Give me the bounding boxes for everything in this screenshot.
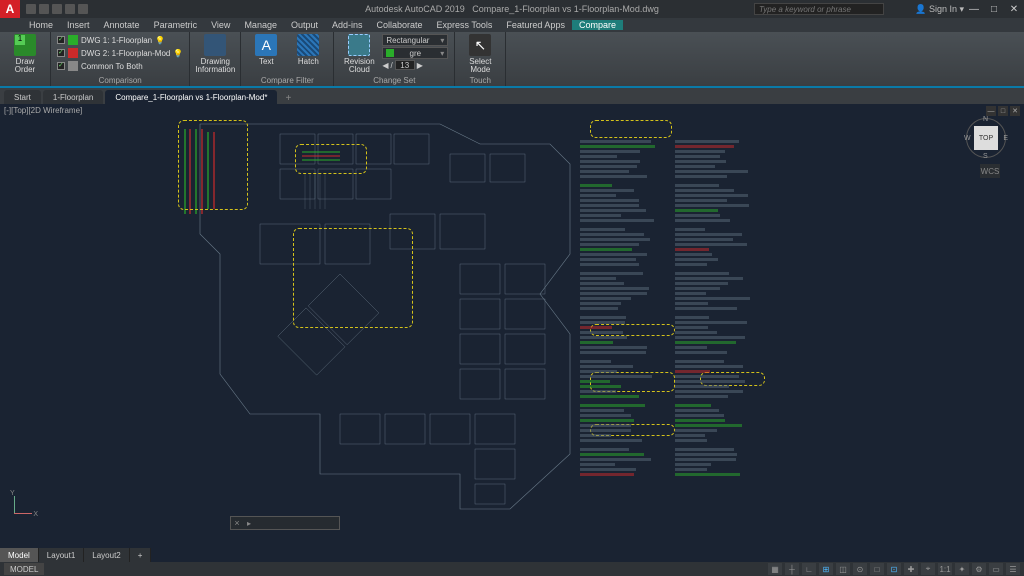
modelspace-toggle[interactable]: MODEL xyxy=(4,563,44,575)
window-title: Autodesk AutoCAD 2019 Compare_1-Floorpla… xyxy=(365,4,659,14)
tab-view[interactable]: View xyxy=(204,20,237,30)
panel-touch: ↖Select Mode Touch xyxy=(455,32,506,86)
help-search-input[interactable] xyxy=(754,3,884,15)
minimize-button[interactable]: — xyxy=(964,0,984,18)
text-filter-button[interactable]: AText xyxy=(247,34,285,66)
status-annoscale[interactable]: 1:1 xyxy=(938,563,952,575)
viewport-window-controls: — □ ✕ xyxy=(986,106,1020,116)
hatch-filter-button[interactable]: Hatch xyxy=(289,34,327,66)
maximize-button[interactable]: □ xyxy=(984,0,1004,18)
qat-undo-icon[interactable] xyxy=(65,4,75,14)
tab-expresstools[interactable]: Express Tools xyxy=(430,20,500,30)
tab-insert[interactable]: Insert xyxy=(60,20,97,30)
tab-output[interactable]: Output xyxy=(284,20,325,30)
status-transparency-icon[interactable]: ⌖ xyxy=(921,563,935,575)
status-annovis-icon[interactable]: ✦ xyxy=(955,563,969,575)
ucs-icon: Y X xyxy=(8,492,38,522)
revcloud-color-combo[interactable]: gre xyxy=(382,47,448,59)
cmdline-prompt[interactable]: ▸ xyxy=(243,519,253,528)
next-change-button[interactable]: ▶ xyxy=(417,61,423,70)
status-otrack-icon[interactable]: □ xyxy=(870,563,884,575)
drawing-tab-floorplan[interactable]: 1-Floorplan xyxy=(43,90,103,104)
tab-collaborate[interactable]: Collaborate xyxy=(370,20,430,30)
changeset-nav[interactable]: ◀ / ▶ xyxy=(382,60,448,70)
panel-drawinginfo: Drawing Information xyxy=(190,32,241,86)
status-cleanscreen-icon[interactable]: ▭ xyxy=(989,563,1003,575)
close-button[interactable]: ✕ xyxy=(1004,0,1024,18)
select-mode-button[interactable]: ↖Select Mode xyxy=(461,34,499,74)
status-ortho-icon[interactable]: ∟ xyxy=(802,563,816,575)
draw-order-button[interactable]: 1 Draw Order xyxy=(6,34,44,74)
bulb-icon[interactable]: 💡 xyxy=(173,49,183,58)
compare-common-row[interactable]: Common To Both xyxy=(57,60,183,72)
app-logo[interactable]: A xyxy=(0,0,20,18)
status-snap-icon[interactable]: ┼ xyxy=(785,563,799,575)
qat-redo-icon[interactable] xyxy=(78,4,88,14)
compare-dwg2-row[interactable]: DWG 2: 1-Floorplan-Mod 💡 xyxy=(57,47,183,59)
qat-open-icon[interactable] xyxy=(39,4,49,14)
vp-min-icon[interactable]: — xyxy=(986,106,996,116)
layout-tab-layout1[interactable]: Layout1 xyxy=(39,548,84,562)
ribbon-tabs: Home Insert Annotate Parametric View Man… xyxy=(0,18,1024,32)
command-line[interactable]: × ▸ xyxy=(230,516,340,530)
drawing-tab-start[interactable]: Start xyxy=(4,90,41,104)
panel-comparefilter: AText Hatch Compare Filter xyxy=(241,32,334,86)
compare-dwg1-row[interactable]: DWG 1: 1-Floorplan 💡 xyxy=(57,34,183,46)
new-drawing-button[interactable]: + xyxy=(279,93,297,104)
drawing-info-button[interactable]: Drawing Information xyxy=(196,34,234,74)
viewcube[interactable]: TOP N S E W xyxy=(966,118,1006,158)
panel-draworder: 1 Draw Order xyxy=(0,32,51,86)
nav-bar[interactable]: WCS xyxy=(980,164,1000,178)
tab-annotate[interactable]: Annotate xyxy=(97,20,147,30)
nav-wcs[interactable]: WCS xyxy=(980,164,1000,178)
revision-cloud xyxy=(295,144,367,174)
vp-close-icon[interactable]: ✕ xyxy=(1010,106,1020,116)
ribbon: 1 Draw Order DWG 1: 1-Floorplan 💡 DWG 2:… xyxy=(0,32,1024,88)
vp-max-icon[interactable]: □ xyxy=(998,106,1008,116)
panel-changeset: Revision Cloud Rectangular gre ◀ / ▶ Cha… xyxy=(334,32,455,86)
tab-parametric[interactable]: Parametric xyxy=(147,20,205,30)
status-polar-icon[interactable]: ⊞ xyxy=(819,563,833,575)
tab-compare[interactable]: Compare xyxy=(572,20,623,30)
drawing-tabs: Start 1-Floorplan Compare_1-Floorplan vs… xyxy=(0,88,1024,104)
layout-tabs: Model Layout1 Layout2 + xyxy=(0,548,151,562)
drawing-notes: /*generated below*/ xyxy=(580,134,760,514)
status-customize-icon[interactable]: ☰ xyxy=(1006,563,1020,575)
status-workspace-icon[interactable]: ⚙ xyxy=(972,563,986,575)
revcloud-shape-combo[interactable]: Rectangular xyxy=(382,34,448,46)
bulb-icon[interactable]: 💡 xyxy=(155,36,165,45)
qat-new-icon[interactable] xyxy=(26,4,36,14)
drawing-tab-compare[interactable]: Compare_1-Floorplan vs 1-Floorplan-Mod* xyxy=(105,90,277,104)
signin-button[interactable]: 👤 Sign In ▾ xyxy=(915,4,964,15)
status-3dosnap-icon[interactable]: ⊙ xyxy=(853,563,867,575)
revision-cloud xyxy=(293,228,413,328)
layout-tab-model[interactable]: Model xyxy=(0,548,39,562)
revision-cloud xyxy=(178,120,248,210)
viewport-label[interactable]: [-][Top][2D Wireframe] xyxy=(4,106,82,115)
title-bar: A Autodesk AutoCAD 2019 Compare_1-Floorp… xyxy=(0,0,1024,18)
qat-save-icon[interactable] xyxy=(52,4,62,14)
tab-home[interactable]: Home xyxy=(22,20,60,30)
tab-featuredapps[interactable]: Featured Apps xyxy=(499,20,572,30)
layout-tab-layout2[interactable]: Layout2 xyxy=(84,548,129,562)
revision-cloud-button[interactable]: Revision Cloud xyxy=(340,34,378,74)
cmdline-close-icon[interactable]: × xyxy=(231,518,243,528)
status-bar: MODEL ▦ ┼ ∟ ⊞ ◫ ⊙ □ ⊡ ✚ ⌖ 1:1 ✦ ⚙ ▭ ☰ xyxy=(0,562,1024,576)
tab-manage[interactable]: Manage xyxy=(237,20,284,30)
status-osnap-icon[interactable]: ◫ xyxy=(836,563,850,575)
changeset-count-input[interactable] xyxy=(395,60,415,70)
status-lwt-icon[interactable]: ✚ xyxy=(904,563,918,575)
status-dyn-icon[interactable]: ⊡ xyxy=(887,563,901,575)
prev-change-button[interactable]: ◀ xyxy=(382,61,388,70)
quick-access-toolbar[interactable] xyxy=(20,4,94,14)
model-viewport[interactable]: [-][Top][2D Wireframe] — □ ✕ xyxy=(0,104,1024,546)
layout-add-button[interactable]: + xyxy=(130,548,152,562)
status-grid-icon[interactable]: ▦ xyxy=(768,563,782,575)
tab-addins[interactable]: Add-ins xyxy=(325,20,370,30)
panel-comparison: DWG 1: 1-Floorplan 💡 DWG 2: 1-Floorplan-… xyxy=(51,32,190,86)
